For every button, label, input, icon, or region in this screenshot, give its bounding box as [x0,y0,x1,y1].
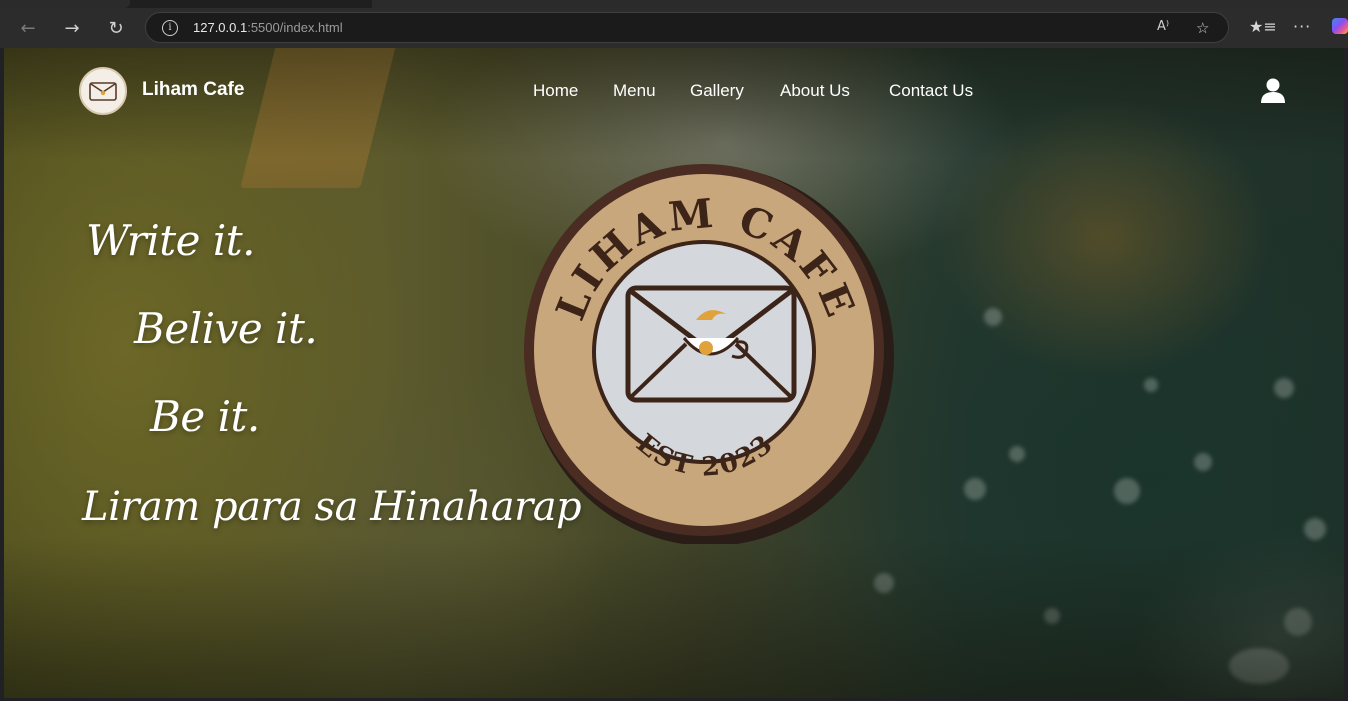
brand-name[interactable]: Liham Cafe [142,79,244,101]
hero-line-believe: Belive it. [134,304,318,353]
bokeh-light [1114,478,1140,504]
site-info-icon[interactable]: i [162,20,178,36]
favorites-icon[interactable]: ★≡ [1249,17,1277,36]
envelope-logo-icon [89,82,117,101]
hero-section: LIHAM CAFE EST 2023 Liham Cafe Home Menu… [4,48,1344,698]
hero-line-be: Be it. [150,392,260,441]
favorite-star-icon[interactable]: ☆ [1196,19,1209,37]
bokeh-light [1194,453,1212,471]
nav-home[interactable]: Home [533,81,578,101]
bokeh-light [1274,378,1294,398]
bokeh-light [964,478,986,500]
bokeh-light [984,308,1002,326]
nav-about-us[interactable]: About Us [780,81,850,101]
site-logo[interactable] [79,67,127,115]
browser-tab[interactable] [0,0,130,8]
reload-icon[interactable]: ↻ [100,16,132,40]
address-bar[interactable]: i 127.0.0.1:5500/index.html A⁾ ☆ [145,12,1229,43]
bokeh-light [1144,378,1158,392]
top-shade [4,48,1344,158]
forward-icon[interactable]: → [56,16,88,40]
url-text[interactable]: 127.0.0.1:5500/index.html [193,20,343,35]
read-aloud-icon[interactable]: A⁾ [1157,19,1169,34]
nav-contact-us[interactable]: Contact Us [889,81,973,101]
hero-subtitle: Liram para sa Hinaharap [82,484,582,530]
browser-toolbar: ← → ↻ i 127.0.0.1:5500/index.html A⁾ ☆ ★… [0,8,1348,48]
bokeh-light [1304,518,1326,540]
bokeh-light [1009,446,1025,462]
back-icon[interactable]: ← [12,16,44,40]
user-icon[interactable] [1261,78,1285,104]
browser-tab-strip-background [372,0,1348,8]
nav-gallery[interactable]: Gallery [690,81,744,101]
bottom-shade [4,538,1344,698]
copilot-icon[interactable] [1332,18,1348,34]
more-options-icon[interactable]: ··· [1293,17,1311,36]
nav-menu[interactable]: Menu [613,81,656,101]
hero-line-write: Write it. [86,216,256,265]
